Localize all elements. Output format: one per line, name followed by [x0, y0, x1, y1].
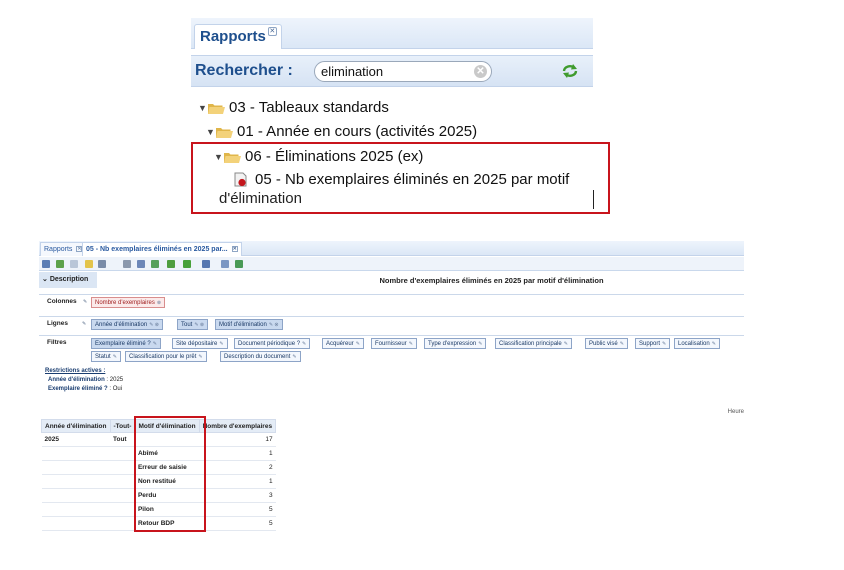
- highlight-box: [134, 416, 206, 532]
- tree-node-report[interactable]: 05 - Nb exemplaires éliminés en 2025 par…: [234, 171, 569, 188]
- tree-node-annee-en-cours[interactable]: ▼ 01 - Année en cours (activités 2025): [206, 123, 477, 140]
- reports-tab-label: Rapports: [200, 28, 266, 45]
- tab-label: Rapports: [44, 246, 73, 253]
- filter-pill[interactable]: Exemplaire éliminé ? ✎: [91, 338, 161, 349]
- column-pill[interactable]: Nombre d'exemplaires ⊗: [91, 297, 166, 308]
- filter-pill[interactable]: Site dépositaire ✎: [172, 338, 228, 349]
- row-pill[interactable]: Motif d'élimination ✎ ⊗: [215, 319, 283, 330]
- excel-icon[interactable]: [183, 260, 191, 268]
- column-header[interactable]: Nombre d'exemplaires: [198, 419, 277, 433]
- reports-panel: Rapports ✕ Rechercher : ✕ ▼ 03 - Tableau…: [191, 18, 610, 218]
- tree-node-label: 03 - Tableaux standards: [229, 99, 389, 116]
- reports-tab[interactable]: Rapports ✕: [194, 24, 282, 49]
- undo-icon[interactable]: [70, 260, 78, 268]
- filter-pill[interactable]: Public visé ✎: [585, 338, 628, 349]
- filter-pill[interactable]: Acquéreur ✎: [322, 338, 364, 349]
- run-icon[interactable]: [56, 260, 64, 268]
- report-icon: [234, 172, 247, 187]
- next-icon[interactable]: [202, 260, 210, 268]
- save-icon[interactable]: [42, 260, 50, 268]
- tree-node-label: 06 - Éliminations 2025 (ex): [245, 148, 424, 165]
- viewer-tab-bar: Rapports ✕ 05 - Nb exemplaires éliminés …: [39, 241, 744, 256]
- tree-node-label: 05 - Nb exemplaires éliminés en 2025 par…: [255, 171, 570, 188]
- filter-pill[interactable]: Classification pour le prêt ✎: [125, 351, 207, 362]
- pointer-icon[interactable]: [137, 260, 145, 268]
- refresh-icon[interactable]: [561, 63, 579, 79]
- heure-label: Heure: [727, 409, 744, 415]
- search-input[interactable]: [321, 63, 471, 80]
- folder-open-icon: [216, 127, 233, 138]
- column-header[interactable]: -Tout-: [109, 419, 136, 433]
- tab-report[interactable]: 05 - Nb exemplaires éliminés en 2025 par…: [82, 242, 242, 256]
- tree-node-label-cont: d'élimination: [219, 190, 302, 207]
- expand-icon[interactable]: ▼: [214, 152, 224, 162]
- tab-rapports[interactable]: Rapports ✕: [40, 242, 87, 256]
- colonnes-row: Colonnes ✎ Nombre d'exemplaires ⊗: [39, 294, 744, 309]
- report-title: Nombre d'exemplaires éliminés en 2025 pa…: [379, 276, 604, 285]
- restriction-item: Exemplaire éliminé ? : Oui: [48, 386, 123, 392]
- text-cursor: [593, 190, 594, 209]
- close-icon[interactable]: ✕: [231, 246, 238, 252]
- expand-icon[interactable]: ▼: [198, 103, 208, 113]
- close-icon[interactable]: ✕: [267, 27, 277, 36]
- row-pill[interactable]: Année d'élimination ✎ ⊗: [91, 319, 163, 330]
- filter-pill[interactable]: Classification principale ✎: [495, 338, 572, 349]
- restriction-item: Année d'élimination : 2025: [48, 377, 124, 383]
- total-cell: 17: [199, 432, 276, 447]
- tree-node-label: 01 - Année en cours (activités 2025): [237, 123, 478, 140]
- chevron-down-icon: ⌄: [42, 276, 48, 283]
- description-toggle[interactable]: ⌄ Description: [39, 272, 97, 288]
- filter-pill[interactable]: Statut ✎: [91, 351, 121, 362]
- filter-pill[interactable]: Fournisseur ✎: [371, 338, 417, 349]
- filtres-row: Filtres Exemplaire éliminé ? ✎ Site dépos…: [39, 335, 744, 365]
- filter-pill[interactable]: Type d'expression ✎: [424, 338, 487, 349]
- copy-icon[interactable]: [123, 260, 131, 268]
- column-header[interactable]: Année d'élimination: [41, 419, 111, 433]
- active-restrictions: Restrictions actives : Année d'éliminati…: [45, 367, 123, 394]
- reports-tab-bar: Rapports ✕: [191, 18, 593, 49]
- add-icon[interactable]: ✎: [83, 299, 87, 305]
- chart-icon[interactable]: [151, 260, 159, 268]
- year-cell: 2025: [41, 432, 110, 447]
- filter-pill[interactable]: Support ✎: [635, 338, 671, 349]
- lignes-label: Lignes: [47, 320, 68, 327]
- folder-open-icon: [208, 103, 225, 114]
- remove-icon[interactable]: ⊗: [157, 300, 161, 306]
- filter-pill[interactable]: Document périodique ? ✎: [234, 338, 311, 349]
- description-label: Description: [49, 276, 89, 283]
- filter-pill[interactable]: Localisation ✎: [674, 338, 720, 349]
- open-icon[interactable]: [85, 260, 93, 268]
- viewer-toolbar: [39, 257, 744, 271]
- tree-node-tableaux-standards[interactable]: ▼ 03 - Tableaux standards: [198, 99, 389, 116]
- tout-cell: Tout: [110, 432, 135, 447]
- filtres-label: Filtres: [47, 339, 67, 346]
- restrictions-title: Restrictions actives :: [45, 368, 106, 374]
- export-icon[interactable]: [167, 260, 175, 268]
- lignes-row: Lignes ✎ Année d'élimination ✎ ⊗ Tout ✎ ⊗ …: [39, 316, 744, 331]
- colonnes-label: Colonnes: [47, 298, 77, 305]
- tree-node-eliminations[interactable]: ▼ 06 - Éliminations 2025 (ex): [214, 148, 423, 165]
- clear-search-icon[interactable]: ✕: [474, 65, 487, 78]
- tab-label: 05 - Nb exemplaires éliminés en 2025 par…: [86, 246, 228, 253]
- search-label: Rechercher :: [195, 62, 293, 79]
- grid-icon[interactable]: [98, 260, 106, 268]
- row-pill[interactable]: Tout ✎ ⊗: [177, 319, 209, 330]
- print-icon[interactable]: [235, 260, 243, 268]
- folder-open-icon: [224, 152, 241, 163]
- description-bar: ⌄ Description Nombre d'exemplaires élimi…: [39, 272, 744, 288]
- add-icon[interactable]: ✎: [82, 321, 86, 327]
- expand-icon[interactable]: ▼: [206, 127, 216, 137]
- filter-pill[interactable]: Description du document ✎: [220, 351, 301, 362]
- layout-icon[interactable]: [221, 260, 229, 268]
- search-bar: Rechercher : ✕: [191, 55, 593, 87]
- search-box: ✕: [314, 61, 492, 82]
